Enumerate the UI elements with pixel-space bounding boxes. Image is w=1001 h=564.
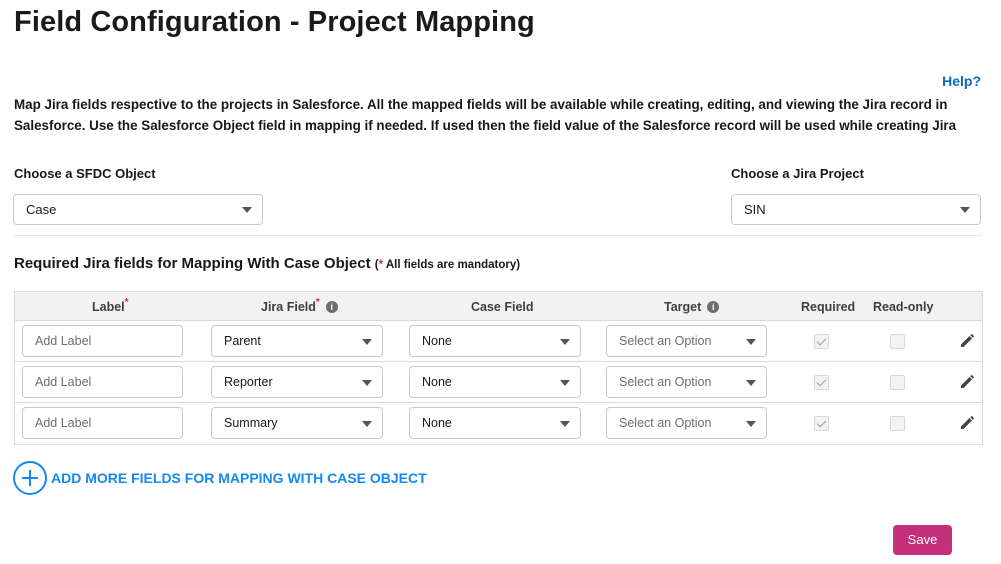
- chevron-down-icon: [560, 380, 570, 386]
- jira-field-select[interactable]: Summary: [211, 407, 383, 439]
- table-header: Label* Jira Field* i Case Field Target i R…: [15, 292, 982, 321]
- header-read-only: Read-only: [873, 300, 934, 314]
- chevron-down-icon: [242, 207, 252, 213]
- label-input[interactable]: Add Label: [22, 366, 183, 398]
- table-row: Add Label Reporter None Select an Option: [15, 362, 982, 403]
- jira-project-select[interactable]: SIN: [731, 194, 981, 225]
- jira-field-select[interactable]: Parent: [211, 325, 383, 357]
- section-title-text: Required Jira fields for Mapping With Ca…: [14, 255, 371, 272]
- chevron-down-icon: [960, 207, 970, 213]
- description-line-2: Salesforce. Use the Salesforce Object fi…: [14, 118, 957, 133]
- page-title: Field Configuration - Project Mapping: [14, 6, 535, 38]
- chevron-down-icon: [746, 380, 756, 386]
- pencil-icon[interactable]: [959, 333, 975, 349]
- description-line-1: Map Jira fields respective to the projec…: [14, 97, 948, 112]
- target-select[interactable]: Select an Option: [606, 325, 767, 357]
- save-button[interactable]: Save: [893, 525, 952, 555]
- header-jira-field: Jira Field* i: [261, 297, 338, 314]
- table-row: Add Label Summary None Select an Option: [15, 403, 982, 444]
- mandatory-text: All fields are mandatory): [383, 259, 521, 271]
- case-field-select[interactable]: None: [409, 407, 581, 439]
- add-more-fields-button[interactable]: ADD MORE FIELDS FOR MAPPING WITH CASE OB…: [13, 461, 427, 495]
- chevron-down-icon: [362, 421, 372, 427]
- read-only-checkbox[interactable]: [890, 334, 905, 349]
- header-required: Required: [801, 300, 856, 314]
- section-title: Required Jira fields for Mapping With Ca…: [14, 255, 520, 272]
- divider: [14, 235, 982, 236]
- required-checkbox[interactable]: [814, 375, 829, 390]
- label-input[interactable]: Add Label: [22, 407, 183, 439]
- jira-project-label: Choose a Jira Project: [731, 166, 864, 181]
- read-only-checkbox[interactable]: [890, 375, 905, 390]
- required-star: *: [315, 297, 320, 308]
- chevron-down-icon: [560, 339, 570, 345]
- pencil-icon[interactable]: [959, 415, 975, 431]
- add-more-fields-label: ADD MORE FIELDS FOR MAPPING WITH CASE OB…: [51, 470, 427, 486]
- chevron-down-icon: [746, 339, 756, 345]
- required-checkbox[interactable]: [814, 334, 829, 349]
- required-star: *: [124, 297, 129, 308]
- table-row: Add Label Parent None Select an Option: [15, 321, 982, 362]
- info-icon[interactable]: i: [325, 300, 338, 313]
- case-field-select[interactable]: None: [409, 366, 581, 398]
- header-case-field: Case Field: [471, 300, 534, 314]
- label-input[interactable]: Add Label: [22, 325, 183, 357]
- mandatory-note: (* All fields are mandatory): [374, 259, 521, 271]
- required-checkbox[interactable]: [814, 416, 829, 431]
- sfdc-object-value: Case: [26, 202, 57, 217]
- header-label: Label*: [92, 297, 129, 314]
- chevron-down-icon: [560, 421, 570, 427]
- sfdc-object-label: Choose a SFDC Object: [14, 166, 156, 181]
- sfdc-object-select[interactable]: Case: [13, 194, 263, 225]
- jira-project-value: SIN: [744, 202, 766, 217]
- description: Map Jira fields respective to the projec…: [14, 94, 989, 136]
- read-only-checkbox[interactable]: [890, 416, 905, 431]
- header-target: Target i: [664, 300, 720, 314]
- help-link[interactable]: Help?: [942, 73, 981, 89]
- plus-circle-icon: [13, 461, 47, 495]
- target-select[interactable]: Select an Option: [606, 366, 767, 398]
- target-select[interactable]: Select an Option: [606, 407, 767, 439]
- mapping-table: Label* Jira Field* i Case Field Target i R…: [14, 291, 983, 445]
- case-field-select[interactable]: None: [409, 325, 581, 357]
- chevron-down-icon: [746, 421, 756, 427]
- chevron-down-icon: [362, 339, 372, 345]
- jira-field-select[interactable]: Reporter: [211, 366, 383, 398]
- pencil-icon[interactable]: [959, 374, 975, 390]
- chevron-down-icon: [362, 380, 372, 386]
- info-icon[interactable]: i: [707, 300, 720, 313]
